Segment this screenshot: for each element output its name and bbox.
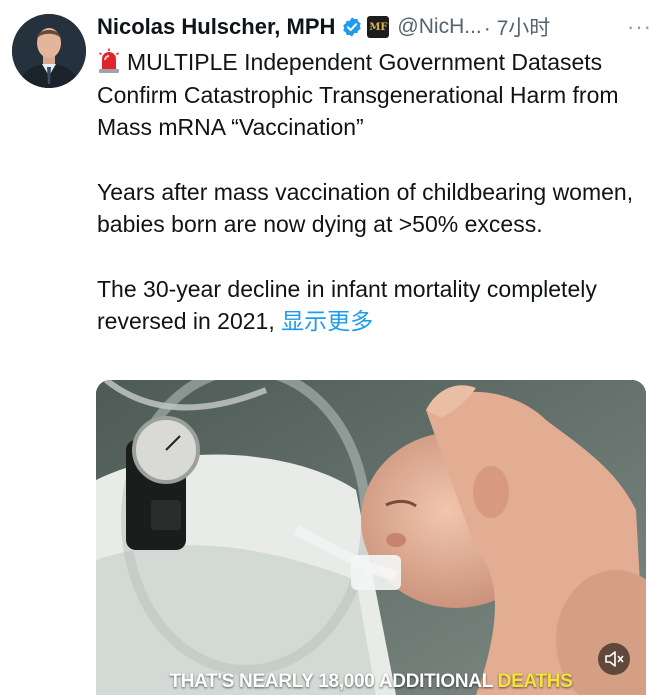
caption-text: THAT'S NEARLY 18,000 ADDITIONAL [169, 671, 493, 692]
timestamp[interactable]: · 7小时 [484, 12, 551, 42]
author-handle[interactable]: @NicH... [397, 15, 481, 39]
affiliate-badge-icon[interactable]: MF [367, 16, 390, 38]
tweet-paragraph: The 30-year decline in infant mortality … [97, 273, 657, 338]
siren-emoji-icon [99, 48, 119, 73]
show-more-link[interactable]: 显示更多 [281, 308, 373, 334]
paragraph-text: MULTIPLE Independent Government Datasets… [97, 49, 619, 140]
author-name[interactable]: Nicolas Hulscher, MPH [97, 14, 335, 40]
video-frame [96, 380, 646, 695]
caption-highlight: DEATHS [497, 671, 573, 692]
mute-icon[interactable] [598, 643, 630, 675]
tweet-text: MULTIPLE Independent Government Datasets… [97, 46, 657, 370]
tweet-header: Nicolas Hulscher, MPH MF @NicH... · 7小时 … [97, 12, 652, 42]
tweet-paragraph: MULTIPLE Independent Government Datasets… [97, 46, 657, 144]
avatar[interactable] [12, 14, 86, 88]
video-player[interactable]: THAT'S NEARLY 18,000 ADDITIONAL DEATHS [96, 380, 646, 695]
verified-badge-icon [343, 17, 362, 37]
tweet-paragraph: Years after mass vaccination of childbea… [97, 176, 657, 241]
more-options-icon[interactable]: ··· [627, 14, 652, 40]
paragraph-text: Years after mass vaccination of childbea… [97, 178, 634, 238]
video-caption: THAT'S NEARLY 18,000 ADDITIONAL DEATHS [96, 671, 646, 693]
